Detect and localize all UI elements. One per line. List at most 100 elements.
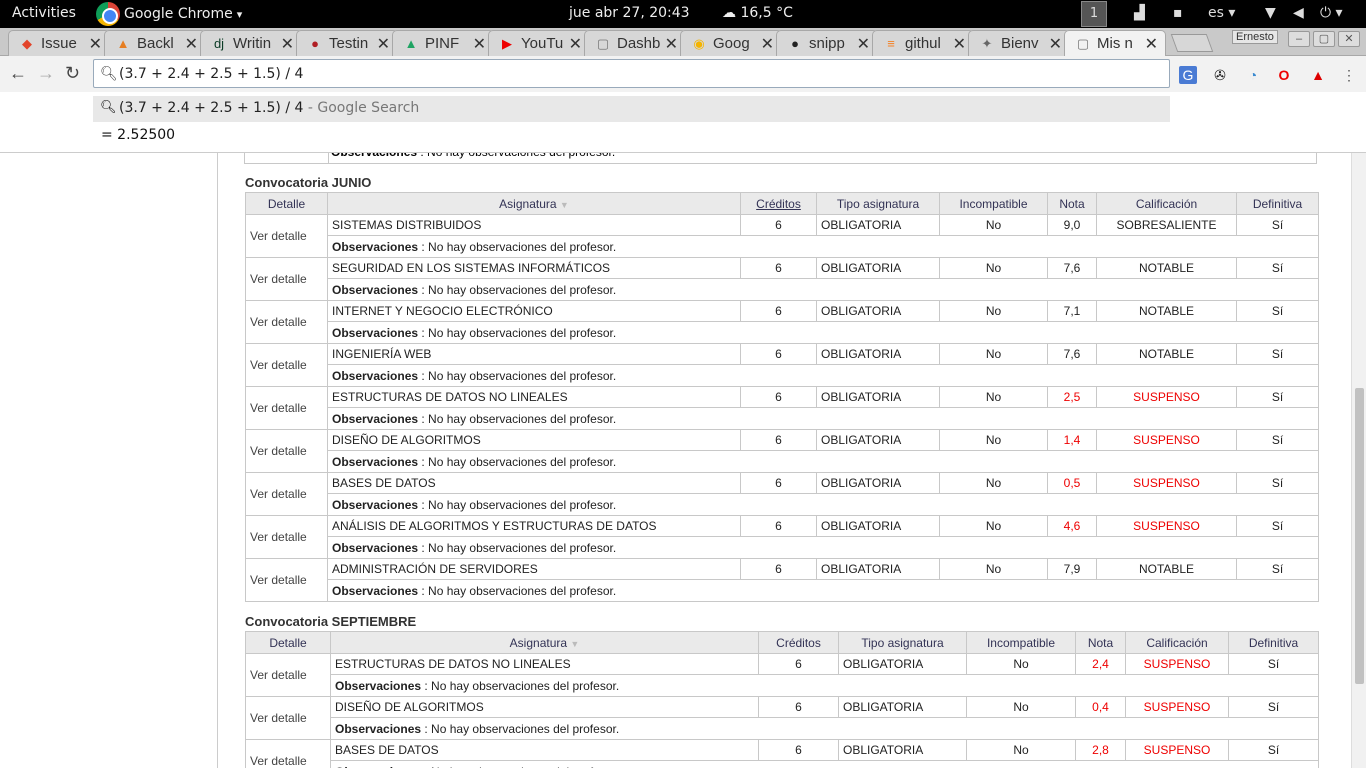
google-translate-icon[interactable]: G [1179, 66, 1197, 84]
browser-tab[interactable]: ▢ Mis n ✕ [1064, 30, 1166, 57]
close-window-button[interactable]: ✕ [1338, 31, 1360, 47]
back-icon[interactable]: ← [9, 63, 27, 84]
close-icon[interactable]: ✕ [857, 34, 870, 54]
header-definitiva[interactable]: Definitiva [1228, 631, 1319, 654]
header-nota[interactable]: Nota [1047, 192, 1097, 215]
minimize-button[interactable]: – [1288, 31, 1310, 47]
system-monitor-icon[interactable]: ▟ [1134, 5, 1145, 21]
asignatura-cell: BASES DE DATOS [330, 739, 759, 761]
header-creditos[interactable]: Créditos [758, 631, 839, 654]
ver-detalle-link[interactable]: Ver detalle [245, 429, 328, 473]
browser-tab[interactable]: ◆ Issue ✕ [8, 30, 110, 56]
scrollbar-thumb[interactable] [1355, 388, 1364, 684]
browser-tab[interactable]: ≡ githul ✕ [872, 30, 974, 56]
page-scrollbar[interactable] [1351, 153, 1366, 768]
clock[interactable]: jue abr 27, 20:43 [569, 5, 690, 21]
power-icon[interactable]: ⏻ ▾ [1320, 5, 1343, 21]
gitlab-icon: ◆ [22, 36, 32, 51]
nota-cell: 2,4 [1075, 653, 1126, 675]
extension-icon[interactable]: ✇ [1211, 66, 1229, 84]
sort-arrow-icon: ▼ [570, 638, 580, 649]
header-calificacion[interactable]: Calificación [1125, 631, 1229, 654]
ver-detalle-link[interactable]: Ver detalle [245, 472, 328, 516]
app-menu[interactable]: Google Chrome ▾ [96, 0, 242, 28]
browser-tab[interactable]: ▲ Backl ✕ [104, 30, 206, 56]
youtube-icon: ▶ [502, 36, 512, 51]
forward-icon[interactable]: → [37, 63, 55, 84]
reload-icon[interactable]: ↻ [65, 63, 80, 84]
google-keep-icon: ◉ [693, 36, 705, 51]
acrobat-icon[interactable]: ▲ [1309, 66, 1327, 84]
close-icon[interactable]: ✕ [89, 34, 102, 54]
close-icon[interactable]: ✕ [185, 34, 198, 54]
ver-detalle-link[interactable]: Ver detalle [245, 214, 328, 258]
new-tab-button[interactable] [1170, 34, 1214, 52]
section-junio: Convocatoria JUNIO Detalle Asignatura ▼ … [245, 174, 1319, 602]
calificacion-cell: NOTABLE [1096, 257, 1237, 279]
ver-detalle-link[interactable]: Ver detalle [245, 653, 331, 697]
creditos-cell: 6 [740, 214, 817, 236]
close-icon[interactable]: ✕ [473, 34, 486, 54]
header-tipo[interactable]: Tipo asignatura [838, 631, 967, 654]
search-suggestion[interactable]: 🔍︎ (3.7 + 2.4 + 2.5 + 1.5) / 4 - Google … [93, 96, 1170, 122]
tab-title: YouTu [521, 35, 564, 52]
workspace-indicator[interactable]: 1 [1081, 1, 1107, 27]
menu-icon[interactable]: ⋮ [1340, 66, 1358, 84]
ver-detalle-link[interactable]: Ver detalle [245, 257, 328, 301]
header-incompatible[interactable]: Incompatible [966, 631, 1076, 654]
wifi-icon[interactable]: ▼ [1265, 5, 1276, 21]
chat-icon[interactable]: ▪ [1173, 5, 1183, 21]
observaciones-cell: Observaciones : No hay observaciones del… [327, 321, 1319, 344]
header-asignatura[interactable]: Asignatura ▼ [330, 631, 759, 654]
browser-tab[interactable]: ▢ Dashb ✕ [584, 30, 686, 56]
browser-tab[interactable]: ● Testin ✕ [296, 30, 398, 56]
close-icon[interactable]: ✕ [665, 34, 678, 54]
close-icon[interactable]: ✕ [377, 34, 390, 54]
header-calificacion[interactable]: Calificación [1096, 192, 1237, 215]
calculator-answer[interactable]: = 2.52500 [101, 127, 175, 143]
header-creditos[interactable]: Créditos [740, 192, 817, 215]
observaciones-cell: Observaciones : No hay observaciones del… [327, 364, 1319, 387]
ver-detalle-link[interactable]: Ver detalle [245, 300, 328, 344]
keyboard-layout[interactable]: es ▾ [1208, 5, 1235, 21]
profile-button[interactable]: Ernesto [1232, 30, 1278, 44]
ver-detalle-link[interactable]: Ver detalle [245, 515, 328, 559]
ver-detalle-link[interactable]: Ver detalle [245, 558, 328, 602]
weather-indicator[interactable]: ☁ 16,5 °C [722, 5, 793, 21]
browser-tab[interactable]: ▶ YouTu ✕ [488, 30, 590, 56]
tipo-cell: OBLIGATORIA [838, 653, 967, 675]
ver-detalle-link[interactable]: Ver detalle [245, 696, 331, 740]
grades-table-junio: Detalle Asignatura ▼ Créditos Tipo asign… [245, 192, 1319, 602]
opera-icon[interactable]: O [1275, 66, 1293, 84]
header-incompatible[interactable]: Incompatible [939, 192, 1048, 215]
close-icon[interactable]: ✕ [1049, 34, 1062, 54]
browser-tab[interactable]: ● snipp ✕ [776, 30, 878, 56]
ver-detalle-link[interactable]: Ver detalle [245, 343, 328, 387]
address-bar[interactable]: 🔍︎ [93, 59, 1170, 88]
address-input[interactable] [119, 63, 1159, 85]
close-icon[interactable]: ✕ [569, 34, 582, 54]
close-icon[interactable]: ✕ [281, 34, 294, 54]
header-asignatura[interactable]: Asignatura ▼ [327, 192, 741, 215]
volume-icon[interactable]: ◀ [1293, 5, 1304, 21]
browser-tab[interactable]: dj Writin ✕ [200, 30, 302, 56]
browser-tab[interactable]: ◉ Goog ✕ [680, 30, 782, 56]
tab-strip: ◆ Issue ✕ ▲ Backl ✕ dj Writin ✕ ● Testin ✕ ▲ PINF ✕ ▶ Yo… [0, 28, 1366, 57]
tab-title: Bienv [1001, 35, 1039, 52]
tipo-cell: OBLIGATORIA [816, 429, 940, 451]
activities-button[interactable]: Activities [12, 5, 76, 21]
close-icon[interactable]: ✕ [1145, 34, 1158, 54]
header-definitiva[interactable]: Definitiva [1236, 192, 1319, 215]
ver-detalle-link[interactable]: Ver detalle [245, 739, 331, 768]
header-nota[interactable]: Nota [1075, 631, 1126, 654]
browser-tab[interactable]: ▲ PINF ✕ [392, 30, 494, 56]
header-tipo[interactable]: Tipo asignatura [816, 192, 940, 215]
close-icon[interactable]: ✕ [761, 34, 774, 54]
maximize-button[interactable]: ▢ [1313, 31, 1335, 47]
close-icon[interactable]: ✕ [953, 34, 966, 54]
browser-tab[interactable]: ✦ Bienv ✕ [968, 30, 1070, 56]
google-drive-icon: ▲ [404, 36, 418, 51]
extension-badge-icon[interactable]: ◔ [1244, 66, 1262, 84]
tipo-cell: OBLIGATORIA [816, 558, 940, 580]
ver-detalle-link[interactable]: Ver detalle [245, 386, 328, 430]
